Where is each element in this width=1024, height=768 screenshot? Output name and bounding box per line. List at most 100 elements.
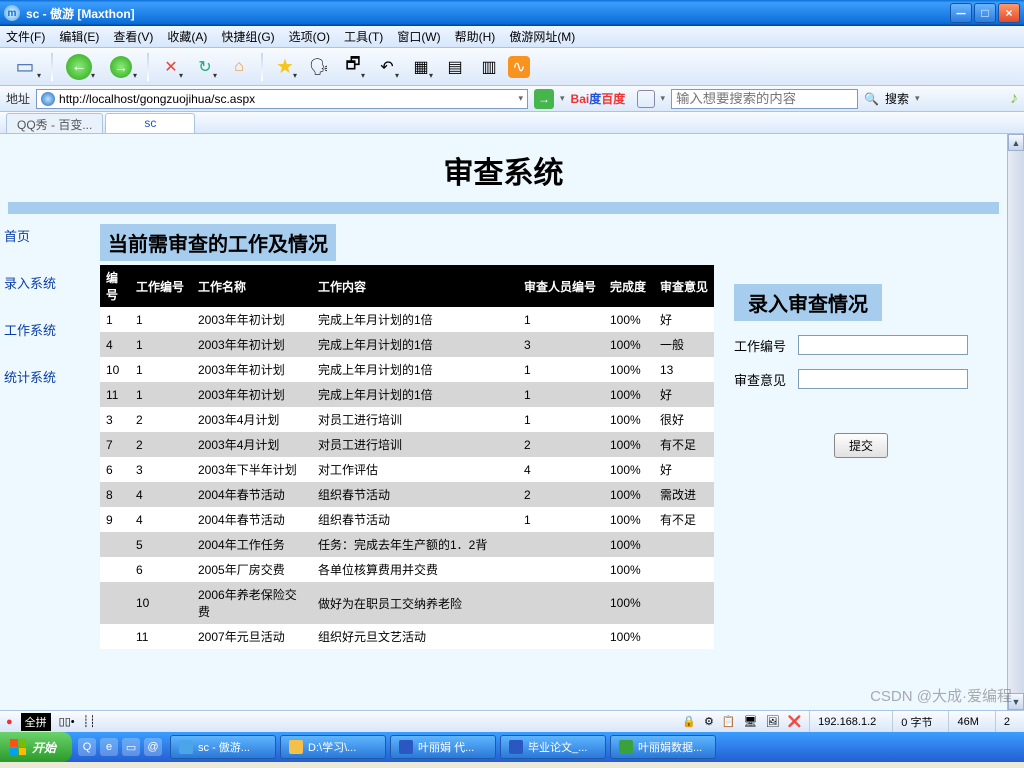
table-cell: 4 (130, 482, 192, 507)
table-cell: 100% (604, 357, 654, 382)
table-cell: 2 (518, 432, 604, 457)
menu-window[interactable]: 窗口(W) (397, 28, 440, 45)
nav-work[interactable]: 工作系统 (4, 320, 100, 339)
ql-mail-icon[interactable]: @ (144, 738, 162, 756)
go-dropdown[interactable]: ▾ (560, 93, 565, 104)
search-button[interactable]: 搜索 (885, 90, 909, 107)
menu-view[interactable]: 查看(V) (113, 28, 153, 45)
engine-dropdown[interactable]: ▾ (661, 93, 666, 104)
refresh-button[interactable]: ↻▾ (190, 52, 220, 82)
menu-options[interactable]: 选项(O) (289, 28, 330, 45)
forward-button[interactable]: →▾ (102, 52, 140, 82)
record-icon: ● (6, 716, 13, 728)
status-icon[interactable]: 📋 (722, 715, 736, 728)
work-id-label: 工作编号 (734, 336, 798, 355)
th-workid: 工作编号 (130, 265, 192, 307)
taskbar-button[interactable]: 叶丽娟数据... (610, 735, 716, 759)
menu-edit[interactable]: 编辑(E) (59, 28, 99, 45)
table-row: 842004年春节活动组织春节活动2100%需改进 (100, 482, 714, 507)
popup-button[interactable]: 🗗▾ (338, 52, 368, 82)
table-cell: 100% (604, 457, 654, 482)
nav-entry[interactable]: 录入系统 (4, 273, 100, 292)
status-icon[interactable]: ⚙ (704, 715, 714, 728)
table-cell: 100% (604, 624, 654, 649)
table-cell (100, 532, 130, 557)
status-bytes: 0 字节 (892, 711, 940, 732)
menu-help[interactable]: 帮助(H) (455, 28, 496, 45)
translate-button[interactable]: 🗣 (304, 52, 334, 82)
table-cell: 好 (654, 307, 714, 332)
status-icon[interactable]: 🖼 (765, 715, 779, 728)
ime-indicator[interactable]: 全拼 (21, 713, 51, 731)
taskbar-button[interactable]: 叶丽娟 代... (390, 735, 496, 759)
table-cell: 4 (130, 507, 192, 532)
start-button[interactable]: 开始 (0, 732, 72, 762)
search-input[interactable] (671, 89, 858, 109)
taskbar-button[interactable]: sc - 傲游... (170, 735, 276, 759)
table-cell: 100% (604, 432, 654, 457)
table-cell: 1 (100, 307, 130, 332)
taskbar-button[interactable]: D:\学习\... (280, 735, 386, 759)
table-cell: 1 (130, 357, 192, 382)
menu-bar: 文件(F) 编辑(E) 查看(V) 收藏(A) 快捷组(G) 选项(O) 工具(… (0, 26, 1024, 48)
panel-button[interactable]: ▦▾ (406, 52, 436, 82)
music-icon[interactable]: ♪ (1010, 90, 1018, 108)
submit-button[interactable]: 提交 (834, 433, 888, 458)
opinion-input[interactable] (798, 369, 968, 389)
work-id-input[interactable] (798, 335, 968, 355)
status-icon[interactable]: ❌ (787, 715, 801, 728)
scroll-track[interactable] (1008, 151, 1024, 693)
status-icon[interactable]: 🖥 (744, 715, 758, 728)
baidu-logo[interactable]: Bai度百度 (571, 90, 631, 108)
url-dropdown-icon[interactable]: ▾ (518, 93, 523, 104)
grid-button[interactable]: ▥ (474, 52, 504, 82)
taskbar-button[interactable]: 毕业论文_... (500, 735, 606, 759)
task-label: 毕业论文_... (528, 739, 587, 755)
favorites-button[interactable]: ★▾ (270, 52, 300, 82)
tab-sc[interactable]: sc (105, 113, 195, 133)
nav-stats[interactable]: 统计系统 (4, 367, 100, 386)
maximize-button[interactable]: □ (974, 3, 996, 23)
table-cell: 好 (654, 457, 714, 482)
table-cell: 4 (100, 332, 130, 357)
new-tab-button[interactable]: ▭▾ (6, 52, 44, 82)
page-viewport: 审查系统 首页 录入系统 工作系统 统计系统 当前需审查的工作及情况 编号 工作… (0, 134, 1024, 710)
menu-tools[interactable]: 工具(T) (344, 28, 383, 45)
tab-bar: QQ秀 - 百变... sc (0, 112, 1024, 134)
url-input[interactable]: http://localhost/gongzuojihua/sc.aspx ▾ (36, 89, 528, 109)
table-cell: 1 (518, 407, 604, 432)
scroll-down-icon[interactable]: ▼ (1008, 693, 1024, 710)
table-cell (518, 582, 604, 624)
table-cell: 100% (604, 532, 654, 557)
menu-file[interactable]: 文件(F) (6, 28, 45, 45)
ql-qq-icon[interactable]: Q (78, 738, 96, 756)
rss-button[interactable]: ∿ (508, 56, 530, 78)
ql-desktop-icon[interactable]: ▭ (122, 738, 140, 756)
color-picker-icon[interactable] (637, 90, 655, 108)
tab-qqshow[interactable]: QQ秀 - 百变... (6, 113, 103, 133)
table-row: 62005年厂房交费各单位核算费用并交费100% (100, 557, 714, 582)
minimize-button[interactable]: － (950, 3, 972, 23)
table-cell: 1 (130, 307, 192, 332)
back-button[interactable]: ←▾ (60, 52, 98, 82)
ql-ie-icon[interactable]: e (100, 738, 118, 756)
table-cell (518, 532, 604, 557)
home-button[interactable]: ⌂ (224, 52, 254, 82)
menu-maxthon-sites[interactable]: 傲游网址(M) (509, 28, 575, 45)
go-button[interactable]: → (534, 89, 554, 109)
search-icon[interactable]: 🔍 (864, 92, 879, 106)
ime-extra: ▯▯• (59, 715, 75, 728)
scroll-up-icon[interactable]: ▲ (1008, 134, 1024, 151)
table-cell: 1 (518, 507, 604, 532)
close-button[interactable]: × (998, 3, 1020, 23)
undo-button[interactable]: ↶▾ (372, 52, 402, 82)
menu-favorites[interactable]: 收藏(A) (167, 28, 207, 45)
table-cell: 8 (100, 482, 130, 507)
list-button[interactable]: ▤ (440, 52, 470, 82)
stop-button[interactable]: ✕▾ (156, 52, 186, 82)
vertical-scrollbar[interactable]: ▲ ▼ (1007, 134, 1024, 710)
menu-quickgroup[interactable]: 快捷组(G) (221, 28, 274, 45)
search-dropdown[interactable]: ▾ (915, 93, 920, 104)
nav-home[interactable]: 首页 (4, 226, 100, 245)
status-icon[interactable]: 🔒 (682, 715, 696, 728)
